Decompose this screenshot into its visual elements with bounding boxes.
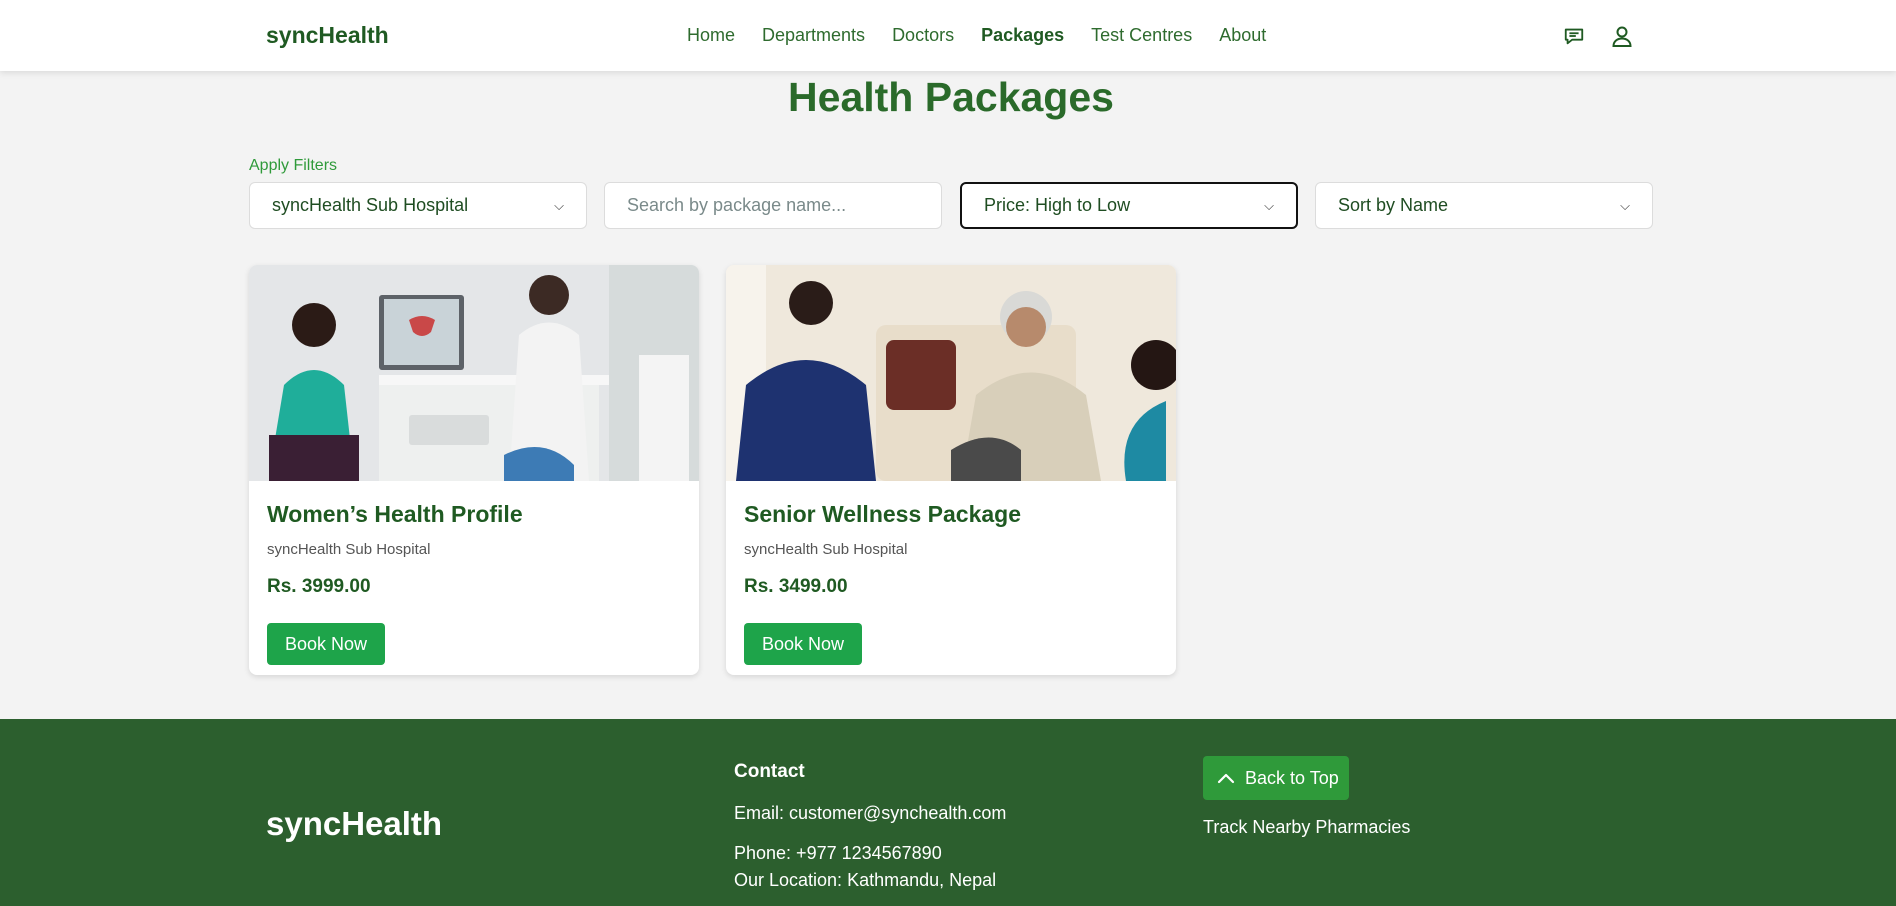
brand-logo[interactable]: syncHealth [266,22,389,49]
package-title: Women’s Health Profile [267,501,523,527]
search-placeholder: Search by package name... [627,195,847,215]
contact-location: Our Location: Kathmandu, Nepal [734,870,997,890]
chevron-up-icon [1217,768,1235,789]
package-hospital: syncHealth Sub Hospital [267,541,431,558]
hospital-select-value: syncHealth Sub Hospital [272,195,469,215]
nav-link-test-centres[interactable]: Test Centres [1091,25,1192,46]
contact-phone: Phone: +977 1234567890 [734,843,942,863]
hospital-select[interactable]: syncHealth Sub Hospital ⌵ [249,182,587,229]
search-input[interactable]: Search by package name... [604,182,942,229]
chat-icon[interactable] [1562,24,1586,48]
filter-label: Apply Filters [249,157,338,174]
track-pharmacies-link[interactable]: Track Nearby Pharmacies [1203,817,1410,838]
nav-link-doctors[interactable]: Doctors [892,25,954,46]
nav-link-departments[interactable]: Departments [762,25,865,46]
chevron-down-icon: ⌵ [1264,197,1274,213]
top-navbar: syncHealth Home Departments Doctors Pack… [0,0,1896,71]
nav-links: Home Departments Doctors Packages Test C… [687,25,1266,46]
book-now-button[interactable]: Book Now [267,623,385,665]
package-price: Rs. 3499.00 [744,576,848,597]
nav-icons [1562,24,1634,48]
package-hospital: syncHealth Sub Hospital [744,541,908,558]
chevron-down-icon: ⌵ [554,197,564,213]
package-image-senior-wellness [726,265,1176,481]
name-sort-select[interactable]: Sort by Name ⌵ [1315,182,1653,229]
name-sort-value: Sort by Name [1338,195,1449,215]
package-price: Rs. 3999.00 [267,576,371,597]
nav-link-home[interactable]: Home [687,25,735,46]
package-card: Senior Wellness Package syncHealth Sub H… [726,265,1176,675]
package-title: Senior Wellness Package [744,501,1021,527]
nav-link-about[interactable]: About [1219,25,1266,46]
chevron-down-icon: ⌵ [1620,197,1630,213]
price-sort-value: Price: High to Low [984,195,1131,215]
back-to-top-label: Back to Top [1245,767,1339,788]
price-sort-select[interactable]: Price: High to Low ⌵ [960,182,1298,229]
footer-brand: syncHealth [266,805,443,842]
contact-heading: Contact [734,761,805,782]
book-now-button[interactable]: Book Now [744,623,862,665]
nav-link-packages[interactable]: Packages [981,25,1064,46]
footer: syncHealth Contact Email: customer@synch… [0,719,1896,906]
user-icon[interactable] [1610,24,1634,48]
contact-email: Email: customer@synchealth.com [734,803,1007,823]
back-to-top-button[interactable]: Back to Top [1203,756,1349,800]
package-card: Women’s Health Profile syncHealth Sub Ho… [249,265,699,675]
package-image-womens-health [249,265,699,481]
page-title: Health Packages [788,74,1114,120]
